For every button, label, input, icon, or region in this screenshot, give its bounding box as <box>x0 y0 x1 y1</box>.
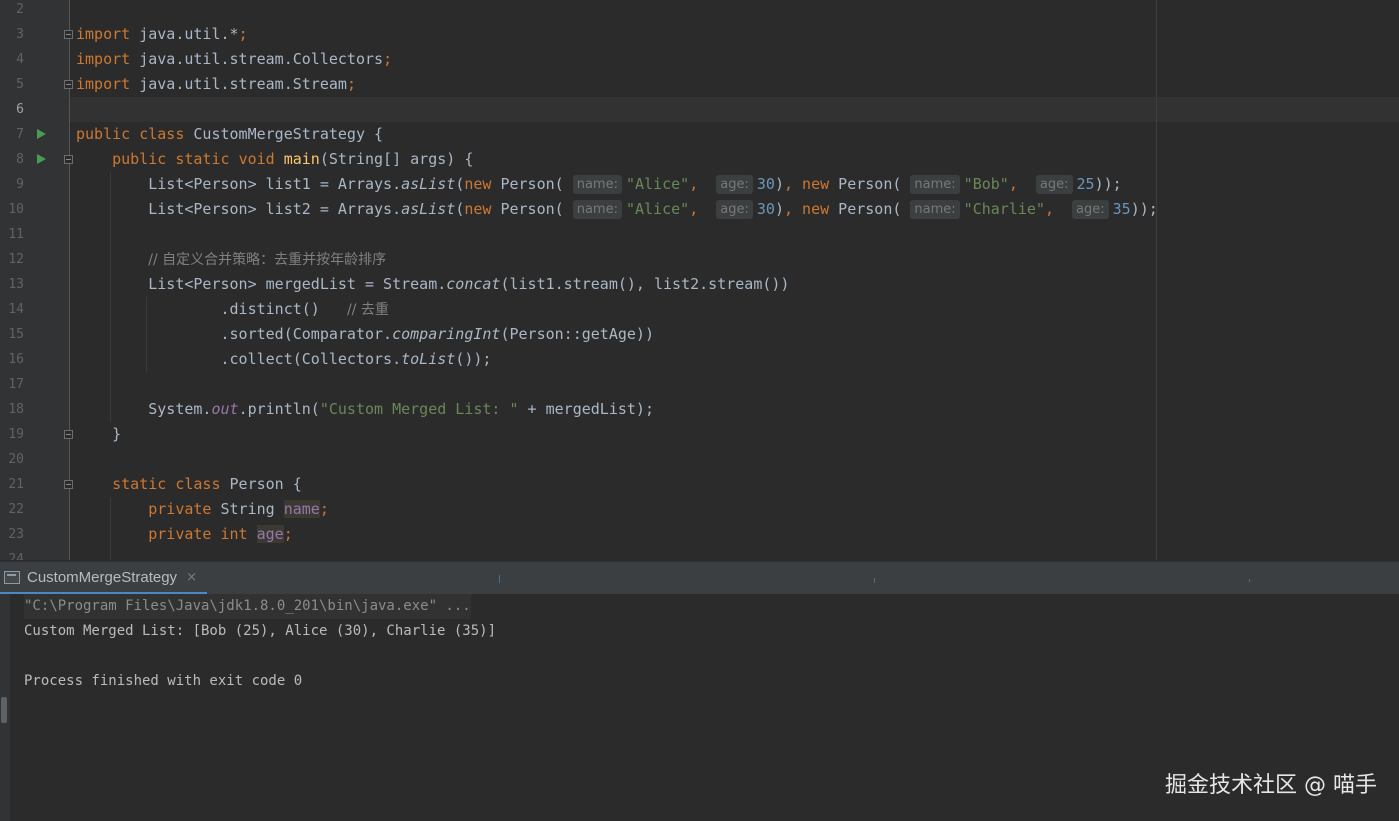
run-icon[interactable] <box>37 129 46 139</box>
line-number: 9 <box>16 177 24 192</box>
line-number: 8 <box>16 152 24 167</box>
line-number: 21 <box>8 477 24 492</box>
fold-icon[interactable] <box>64 155 73 164</box>
code-line[interactable]: 17 <box>0 372 1399 397</box>
console-output-line: Custom Merged List: [Bob (25), Alice (30… <box>24 623 497 639</box>
code-line[interactable]: 14 .distinct() // 去重 <box>0 297 1399 322</box>
code-text: public class CustomMergeStrategy { <box>76 125 384 143</box>
console-icon <box>4 570 20 584</box>
line-number: 19 <box>8 427 24 442</box>
run-tool-window-tabbar: CustomMergeStrategy × <box>0 561 1399 595</box>
code-line[interactable]: 20 <box>0 447 1399 472</box>
code-line[interactable]: 16 .collect(Collectors.toList()); <box>0 347 1399 372</box>
code-line[interactable]: 22 private String name; <box>0 497 1399 522</box>
line-number: 12 <box>8 252 24 267</box>
code-text: List<Person> list1 = Arrays.asList(new P… <box>148 175 1122 194</box>
param-hint: age: <box>716 200 753 219</box>
code-text: List<Person> mergedList = Stream.concat(… <box>148 275 790 293</box>
code-line[interactable]: 23 private int age; <box>0 522 1399 547</box>
fold-icon[interactable] <box>64 80 73 89</box>
code-line[interactable]: 24 <box>0 547 1399 560</box>
param-hint: age: <box>716 175 753 194</box>
code-line[interactable]: 13 List<Person> mergedList = Stream.conc… <box>0 272 1399 297</box>
run-icon[interactable] <box>37 154 46 164</box>
code-line[interactable]: 8 public static void main(String[] args)… <box>0 147 1399 172</box>
code-editor[interactable]: 2 3 import java.util.*; 4 import java.ut… <box>0 0 1399 560</box>
close-icon[interactable]: × <box>186 570 197 585</box>
code-comment: // 自定义合并策略：去重并按年龄排序 <box>148 252 387 268</box>
code-text: System.out.println("Custom Merged List: … <box>148 400 654 418</box>
splitter-marker <box>874 578 875 583</box>
line-number: 24 <box>8 552 24 560</box>
code-line[interactable]: 18 System.out.println("Custom Merged Lis… <box>0 397 1399 422</box>
line-number: 10 <box>8 202 24 217</box>
code-line[interactable]: 15 .sorted(Comparator.comparingInt(Perso… <box>0 322 1399 347</box>
code-text: .sorted(Comparator.comparingInt(Person::… <box>220 325 655 343</box>
param-hint: name: <box>910 200 960 219</box>
line-number: 23 <box>8 527 24 542</box>
code-line[interactable]: 3 import java.util.*; <box>0 22 1399 47</box>
param-hint: age: <box>1035 175 1073 194</box>
param-hint: name: <box>572 175 622 194</box>
param-hint: name: <box>910 175 960 194</box>
fold-icon[interactable] <box>64 30 73 39</box>
line-number: 17 <box>8 377 24 392</box>
line-number: 2 <box>16 2 24 17</box>
console-command-line: "C:\Program Files\Java\jdk1.8.0_201\bin\… <box>24 594 471 619</box>
code-comment: // 去重 <box>346 302 389 318</box>
code-text: // 自定义合并策略：去重并按年龄排序 <box>76 247 386 273</box>
code-line[interactable]: 5 import java.util.stream.Stream; <box>0 72 1399 97</box>
run-tab[interactable]: CustomMergeStrategy × <box>0 562 207 595</box>
line-number: 13 <box>8 277 24 292</box>
code-text: import java.util.stream.Collectors; <box>76 50 393 68</box>
code-line[interactable]: 7 public class CustomMergeStrategy { <box>0 122 1399 147</box>
line-number: 16 <box>8 352 24 367</box>
watermark: 掘金技术社区 @ 喵手 <box>1165 773 1377 798</box>
code-text: .distinct() // 去重 <box>220 300 389 318</box>
splitter-marker <box>499 575 500 583</box>
code-text: .collect(Collectors.toList()); <box>220 350 492 368</box>
console-exit-line: Process finished with exit code 0 <box>24 673 303 689</box>
line-number: 20 <box>8 452 24 467</box>
line-number: 15 <box>8 327 24 342</box>
code-line[interactable]: 19 } <box>0 422 1399 447</box>
code-line[interactable]: 2 <box>0 0 1399 22</box>
code-text: import java.util.*; <box>76 25 248 43</box>
code-text: List<Person> list2 = Arrays.asList(new P… <box>148 200 1158 219</box>
code-text: private int age; <box>148 525 293 543</box>
code-line[interactable]: 9 List<Person> list1 = Arrays.asList(new… <box>0 172 1399 197</box>
code-line[interactable]: 11 <box>0 222 1399 247</box>
line-number: 11 <box>8 227 24 242</box>
console-scrollbar[interactable] <box>1 697 7 723</box>
line-number: 3 <box>16 27 24 42</box>
param-hint: age: <box>1072 200 1109 219</box>
fold-icon[interactable] <box>64 480 73 489</box>
fold-icon[interactable] <box>64 430 73 439</box>
code-line[interactable]: 12 // 自定义合并策略：去重并按年龄排序 <box>0 247 1399 272</box>
splitter-marker <box>1249 579 1250 582</box>
code-line[interactable]: 4 import java.util.stream.Collectors; <box>0 47 1399 72</box>
param-hint: name: <box>572 200 622 219</box>
code-line-current[interactable]: 6 <box>0 97 1399 122</box>
line-number: 18 <box>8 402 24 417</box>
line-number: 7 <box>16 127 24 142</box>
line-number: 4 <box>16 52 24 67</box>
code-line[interactable]: 21 static class Person { <box>0 472 1399 497</box>
line-number: 22 <box>8 502 24 517</box>
code-text: import java.util.stream.Stream; <box>76 75 356 93</box>
line-number: 6 <box>16 102 24 117</box>
code-text: static class Person { <box>112 475 302 493</box>
code-line[interactable]: 10 List<Person> list2 = Arrays.asList(ne… <box>0 197 1399 222</box>
run-tab-label: CustomMergeStrategy <box>27 568 178 586</box>
code-text: private String name; <box>148 500 329 518</box>
code-text: } <box>112 425 122 443</box>
line-number: 14 <box>8 302 24 317</box>
code-text: public static void main(String[] args) { <box>112 150 474 168</box>
line-number: 5 <box>16 77 24 92</box>
